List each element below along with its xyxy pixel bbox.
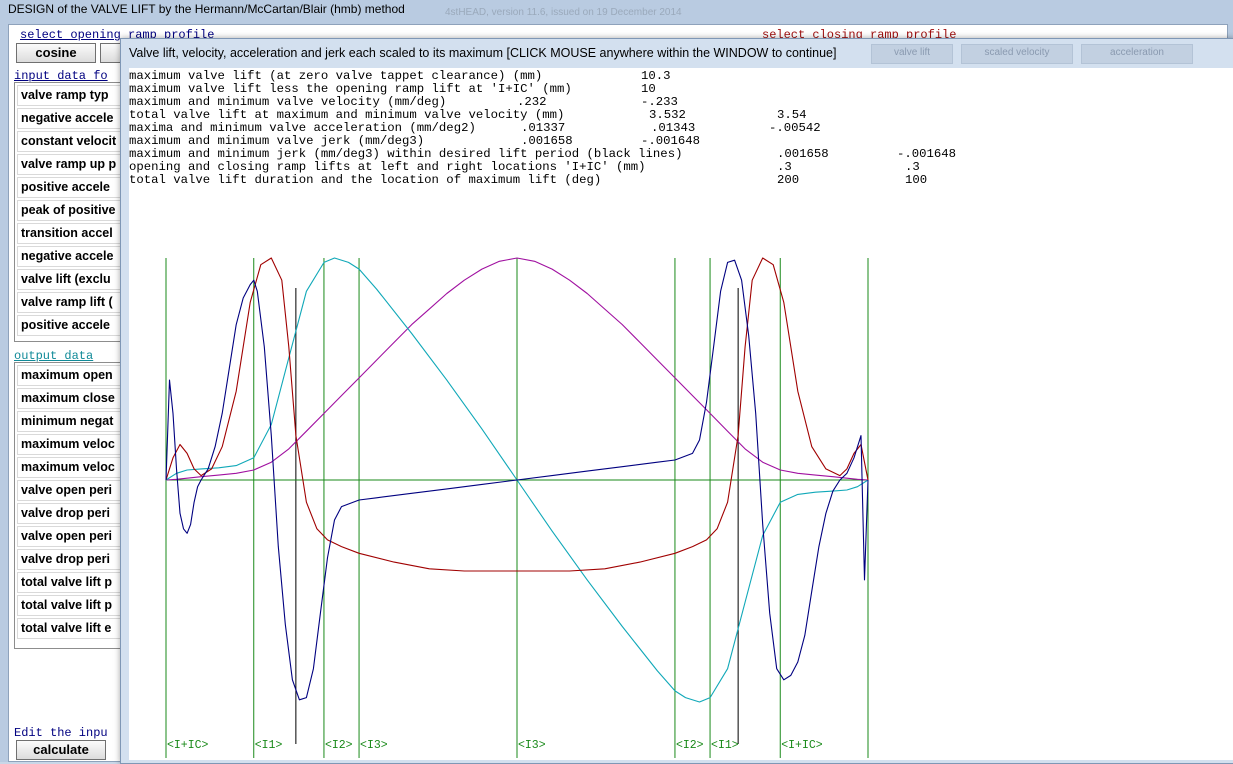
valve-lift-tab[interactable]: valve lift xyxy=(871,44,953,64)
output-data-row: maximum veloc xyxy=(17,457,125,478)
period-marker-label: <I+IC> xyxy=(781,739,823,752)
input-data-row: negative accele xyxy=(17,108,125,129)
profile-button-2[interactable] xyxy=(100,43,122,63)
cosine-profile-button[interactable]: cosine xyxy=(16,43,96,63)
output-data-row: valve open peri xyxy=(17,480,125,501)
edit-input-hint: Edit the inpu xyxy=(14,726,108,740)
output-data-row: valve open peri xyxy=(17,526,125,547)
output-data-row: valve drop peri xyxy=(17,503,125,524)
plot-popup-title: Valve lift, velocity, acceleration and j… xyxy=(129,46,837,60)
input-data-row: positive accele xyxy=(17,177,125,198)
output-data-row: maximum close xyxy=(17,388,125,409)
output-data-row: total valve lift p xyxy=(17,572,125,593)
output-data-row: maximum open xyxy=(17,365,125,386)
output-data-row: total valve lift e xyxy=(17,618,125,639)
input-data-row: valve ramp typ xyxy=(17,85,125,106)
output-data-panel: maximum open maximum close minimum negat ma… xyxy=(14,362,126,649)
period-marker-label: <I2> xyxy=(325,739,353,752)
period-marker-label: <I3> xyxy=(518,739,546,752)
period-marker-label: <I3> xyxy=(360,739,388,752)
output-data-row: maximum veloc xyxy=(17,434,125,455)
input-data-row: positive accele xyxy=(17,315,125,336)
acceleration-tab[interactable]: acceleration xyxy=(1081,44,1193,64)
scaled-velocity-tab[interactable]: scaled velocity xyxy=(961,44,1073,64)
output-data-row: valve drop peri xyxy=(17,549,125,570)
output-data-row: minimum negat xyxy=(17,411,125,432)
input-data-panel: valve ramp typ negative accele constant ve… xyxy=(14,82,126,342)
valve-lift-chart: <I+IC> <I1> <I2> <I3> <I3> <I2> <I1> <I+IC> xyxy=(165,257,869,758)
main-window-title: DESIGN of the VALVE LIFT by the Hermann/… xyxy=(8,2,405,16)
plot-canvas-area[interactable]: maximum valve lift (at zero valve tappet… xyxy=(129,68,1233,760)
input-data-row: transition accel xyxy=(17,223,125,244)
input-data-row: valve ramp up p xyxy=(17,154,125,175)
period-marker-label: <I1> xyxy=(255,739,283,752)
output-data-label: output data xyxy=(14,349,94,363)
input-data-row: constant velocit xyxy=(17,131,125,152)
period-marker-label: <I2> xyxy=(676,739,704,752)
period-marker-label: <I1> xyxy=(711,739,739,752)
input-data-row: valve lift (exclu xyxy=(17,269,125,290)
input-data-row: valve ramp lift ( xyxy=(17,292,125,313)
period-marker-label: <I+IC> xyxy=(167,739,209,752)
input-data-row: negative accele xyxy=(17,246,125,267)
input-data-label: input data fo xyxy=(14,69,108,83)
plot-popup-window[interactable]: Valve lift, velocity, acceleration and j… xyxy=(120,38,1233,764)
input-data-row: peak of positive xyxy=(17,200,125,221)
output-data-row: total valve lift p xyxy=(17,595,125,616)
main-window-subtitle: 4stHEAD, version 11.6, issued on 19 Dece… xyxy=(445,7,682,18)
calculate-button[interactable]: calculate xyxy=(16,740,106,760)
